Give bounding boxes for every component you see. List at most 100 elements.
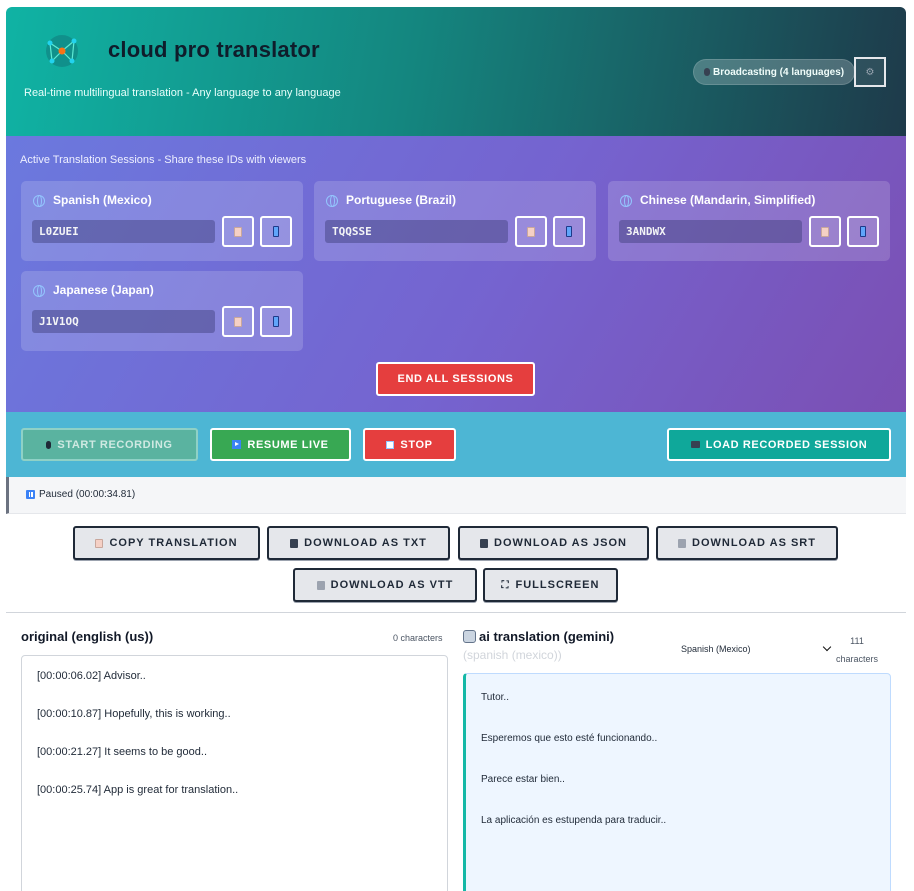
open-mobile-view-button[interactable] — [260, 306, 292, 337]
copy-session-id-button[interactable] — [222, 216, 254, 247]
translation-line: Tutor.. — [481, 692, 509, 703]
transcript-line: [00:00:25.74] App is great for translati… — [37, 784, 239, 796]
resume-live-label: RESUME LIVE — [247, 438, 329, 451]
original-title: original (english (us)) — [21, 629, 154, 644]
settings-button[interactable]: ⚙ — [854, 57, 886, 87]
end-all-sessions-button[interactable]: END ALL SESSIONS — [376, 362, 535, 396]
transcript-line: [00:00:06.02] Advisor.. — [37, 670, 146, 682]
transcript-line: [00:00:10.87] Hopefully, this is working… — [37, 708, 231, 720]
selected-language: Spanish (Mexico) — [681, 643, 751, 654]
movie-clapper-icon — [316, 580, 325, 590]
session-id-field[interactable]: L0ZUEI — [32, 220, 215, 243]
globe-icon — [33, 195, 45, 207]
translation-language-select[interactable]: Spanish (Mexico) — [677, 640, 834, 657]
session-card: Spanish (Mexico) L0ZUEI — [21, 181, 303, 261]
mobile-phone-icon — [273, 316, 279, 327]
download-vtt-button[interactable]: DOWNLOAD AS VTT — [293, 568, 477, 602]
stop-button[interactable]: STOP — [363, 428, 456, 461]
translation-char-count: 111 characters — [836, 632, 878, 668]
fullscreen-label: FULLSCREEN — [515, 579, 600, 591]
session-card: Japanese (Japan) J1V1OQ — [21, 271, 303, 351]
clipboard-icon — [527, 226, 535, 237]
recording-controls: START RECORDING RESUME LIVE STOP LOAD RE… — [6, 412, 906, 477]
session-id-field[interactable]: J1V1OQ — [32, 310, 215, 333]
status-indicator: Paused (00:00:34.81) — [26, 489, 135, 500]
mobile-phone-icon — [860, 226, 866, 237]
chevron-down-icon — [822, 642, 832, 652]
mobile-phone-icon — [566, 226, 572, 237]
copy-translation-button[interactable]: COPY TRANSLATION — [73, 526, 260, 560]
app-subtitle: Real-time multilingual translation - Any… — [24, 87, 341, 99]
resume-live-button[interactable]: RESUME LIVE — [210, 428, 351, 461]
open-mobile-view-button[interactable] — [847, 216, 879, 247]
session-language: Portuguese (Brazil) — [346, 193, 457, 207]
robot-icon — [463, 630, 476, 643]
sessions-title: Active Translation Sessions - Share thes… — [20, 154, 307, 166]
globe-icon — [326, 195, 338, 207]
floppy-disk-icon — [290, 538, 299, 548]
copy-session-id-button[interactable] — [222, 306, 254, 337]
broadcast-status-text: Broadcasting (4 languages) — [713, 66, 845, 78]
translation-line: La aplicación es estupenda para traducir… — [481, 815, 667, 826]
download-json-button[interactable]: DOWNLOAD AS JSON — [458, 526, 649, 560]
translation-output[interactable]: Tutor.. Esperemos que esto esté funciona… — [463, 673, 891, 891]
download-json-label: DOWNLOAD AS JSON — [494, 537, 627, 549]
export-toolbar: COPY TRANSLATION DOWNLOAD AS TXT DOWNLOA… — [6, 514, 906, 613]
pause-icon — [26, 490, 35, 499]
movie-clapper-icon — [678, 538, 686, 548]
video-camera-icon — [690, 441, 700, 448]
translation-line: Esperemos que esto esté funcionando.. — [481, 733, 658, 744]
clipboard-icon — [234, 316, 242, 327]
original-transcript[interactable]: [00:00:06.02] Advisor.. [00:00:10.87] Ho… — [21, 655, 448, 891]
original-char-count: 0 characters — [393, 633, 443, 643]
copy-session-id-button[interactable] — [515, 216, 547, 247]
transcript-line: [00:00:21.27] It seems to be good.. — [37, 746, 208, 758]
microphone-icon — [704, 68, 710, 76]
globe-icon — [33, 285, 45, 297]
open-mobile-view-button[interactable] — [553, 216, 585, 247]
download-srt-button[interactable]: DOWNLOAD AS SRT — [656, 526, 838, 560]
download-srt-label: DOWNLOAD AS SRT — [692, 537, 816, 549]
gear-icon: ⚙ — [865, 66, 875, 78]
floppy-disk-icon — [480, 538, 489, 548]
translation-line: Parece estar bien.. — [481, 774, 565, 785]
translation-char-number: 111 — [850, 636, 864, 646]
translation-language-subtitle: (spanish (mexico)) — [463, 648, 562, 662]
app-window: cloud pro translator Real-time multiling… — [6, 7, 906, 891]
header: cloud pro translator Real-time multiling… — [6, 7, 906, 136]
session-id-field[interactable]: 3ANDWX — [619, 220, 802, 243]
load-recorded-session-button[interactable]: LOAD RECORDED SESSION — [667, 428, 891, 461]
download-vtt-label: DOWNLOAD AS VTT — [330, 579, 454, 591]
start-recording-label: START RECORDING — [57, 438, 173, 451]
app-title: cloud pro translator — [108, 37, 320, 62]
fullscreen-button[interactable]: ⛶ FULLSCREEN — [483, 568, 618, 602]
translation-char-unit: characters — [836, 654, 879, 664]
session-language: Spanish (Mexico) — [53, 193, 152, 207]
play-icon — [232, 440, 242, 449]
status-text: Paused (00:00:34.81) — [39, 489, 136, 500]
download-txt-label: DOWNLOAD AS TXT — [304, 537, 427, 549]
copy-translation-label: COPY TRANSLATION — [109, 537, 238, 549]
session-card: Portuguese (Brazil) TQQSSE — [314, 181, 596, 261]
clipboard-icon — [234, 226, 242, 237]
start-recording-button[interactable]: START RECORDING — [21, 428, 198, 461]
active-sessions-panel: Active Translation Sessions - Share thes… — [6, 136, 906, 412]
translation-title: ai translation (gemini) — [479, 629, 615, 644]
stop-icon — [386, 440, 395, 449]
original-panel-header: original (english (us)) — [21, 629, 449, 644]
download-txt-button[interactable]: DOWNLOAD AS TXT — [267, 526, 450, 560]
open-mobile-view-button[interactable] — [260, 216, 292, 247]
status-bar: Paused (00:00:34.81) — [6, 477, 906, 514]
clipboard-icon — [821, 226, 829, 237]
stop-label: STOP — [400, 438, 433, 451]
expand-icon: ⛶ — [501, 579, 510, 591]
session-language: Chinese (Mandarin, Simplified) — [640, 193, 816, 207]
session-card: Chinese (Mandarin, Simplified) 3ANDWX — [608, 181, 890, 261]
globe-icon — [620, 195, 632, 207]
broadcast-status-badge: Broadcasting (4 languages) — [693, 59, 856, 85]
clipboard-icon — [95, 538, 104, 548]
session-language: Japanese (Japan) — [53, 283, 154, 297]
load-recorded-session-label: LOAD RECORDED SESSION — [705, 438, 868, 451]
copy-session-id-button[interactable] — [809, 216, 841, 247]
session-id-field[interactable]: TQQSSE — [325, 220, 508, 243]
